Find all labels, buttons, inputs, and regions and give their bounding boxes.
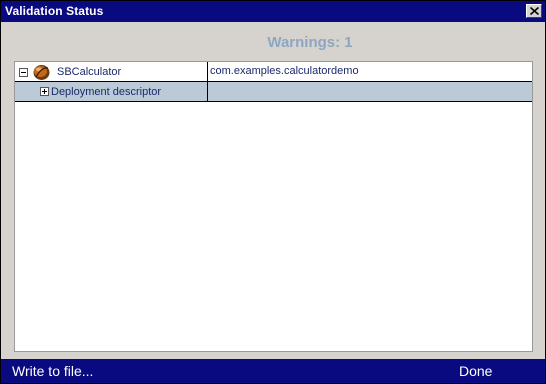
validation-status-window: Validation Status Warnings: 1 SBCalculat… bbox=[0, 0, 546, 384]
tree-row-name-cell[interactable]: SBCalculator bbox=[15, 62, 208, 81]
window-title: Validation Status bbox=[5, 4, 104, 18]
button-bar: Write to file... Done bbox=[1, 359, 545, 383]
title-bar[interactable]: Validation Status bbox=[1, 1, 545, 22]
validation-tree-table[interactable]: SBCalculator com.examples.calculatordemo… bbox=[14, 61, 533, 352]
tree-row-value-cell[interactable] bbox=[208, 82, 532, 101]
tree-row-label: SBCalculator bbox=[57, 66, 122, 78]
warnings-count: Warnings: 1 bbox=[267, 34, 353, 51]
write-to-file-button[interactable]: Write to file... bbox=[12, 363, 93, 379]
close-button[interactable] bbox=[526, 4, 542, 18]
expand-toggle-icon[interactable] bbox=[40, 87, 49, 96]
bean-icon bbox=[33, 65, 50, 80]
tree-row-value-cell[interactable]: com.examples.calculatordemo bbox=[208, 62, 532, 81]
tree-row-name-cell[interactable]: Deployment descriptor bbox=[15, 82, 208, 101]
tree-row-value: com.examples.calculatordemo bbox=[210, 65, 359, 77]
collapse-toggle-icon[interactable] bbox=[19, 68, 28, 77]
tree-row-sbcalculator[interactable]: SBCalculator com.examples.calculatordemo bbox=[15, 62, 532, 82]
done-button[interactable]: Done bbox=[459, 363, 492, 379]
close-icon bbox=[530, 7, 539, 15]
tree-row-deployment-descriptor[interactable]: Deployment descriptor bbox=[15, 82, 532, 102]
tree-row-label: Deployment descriptor bbox=[51, 86, 162, 98]
